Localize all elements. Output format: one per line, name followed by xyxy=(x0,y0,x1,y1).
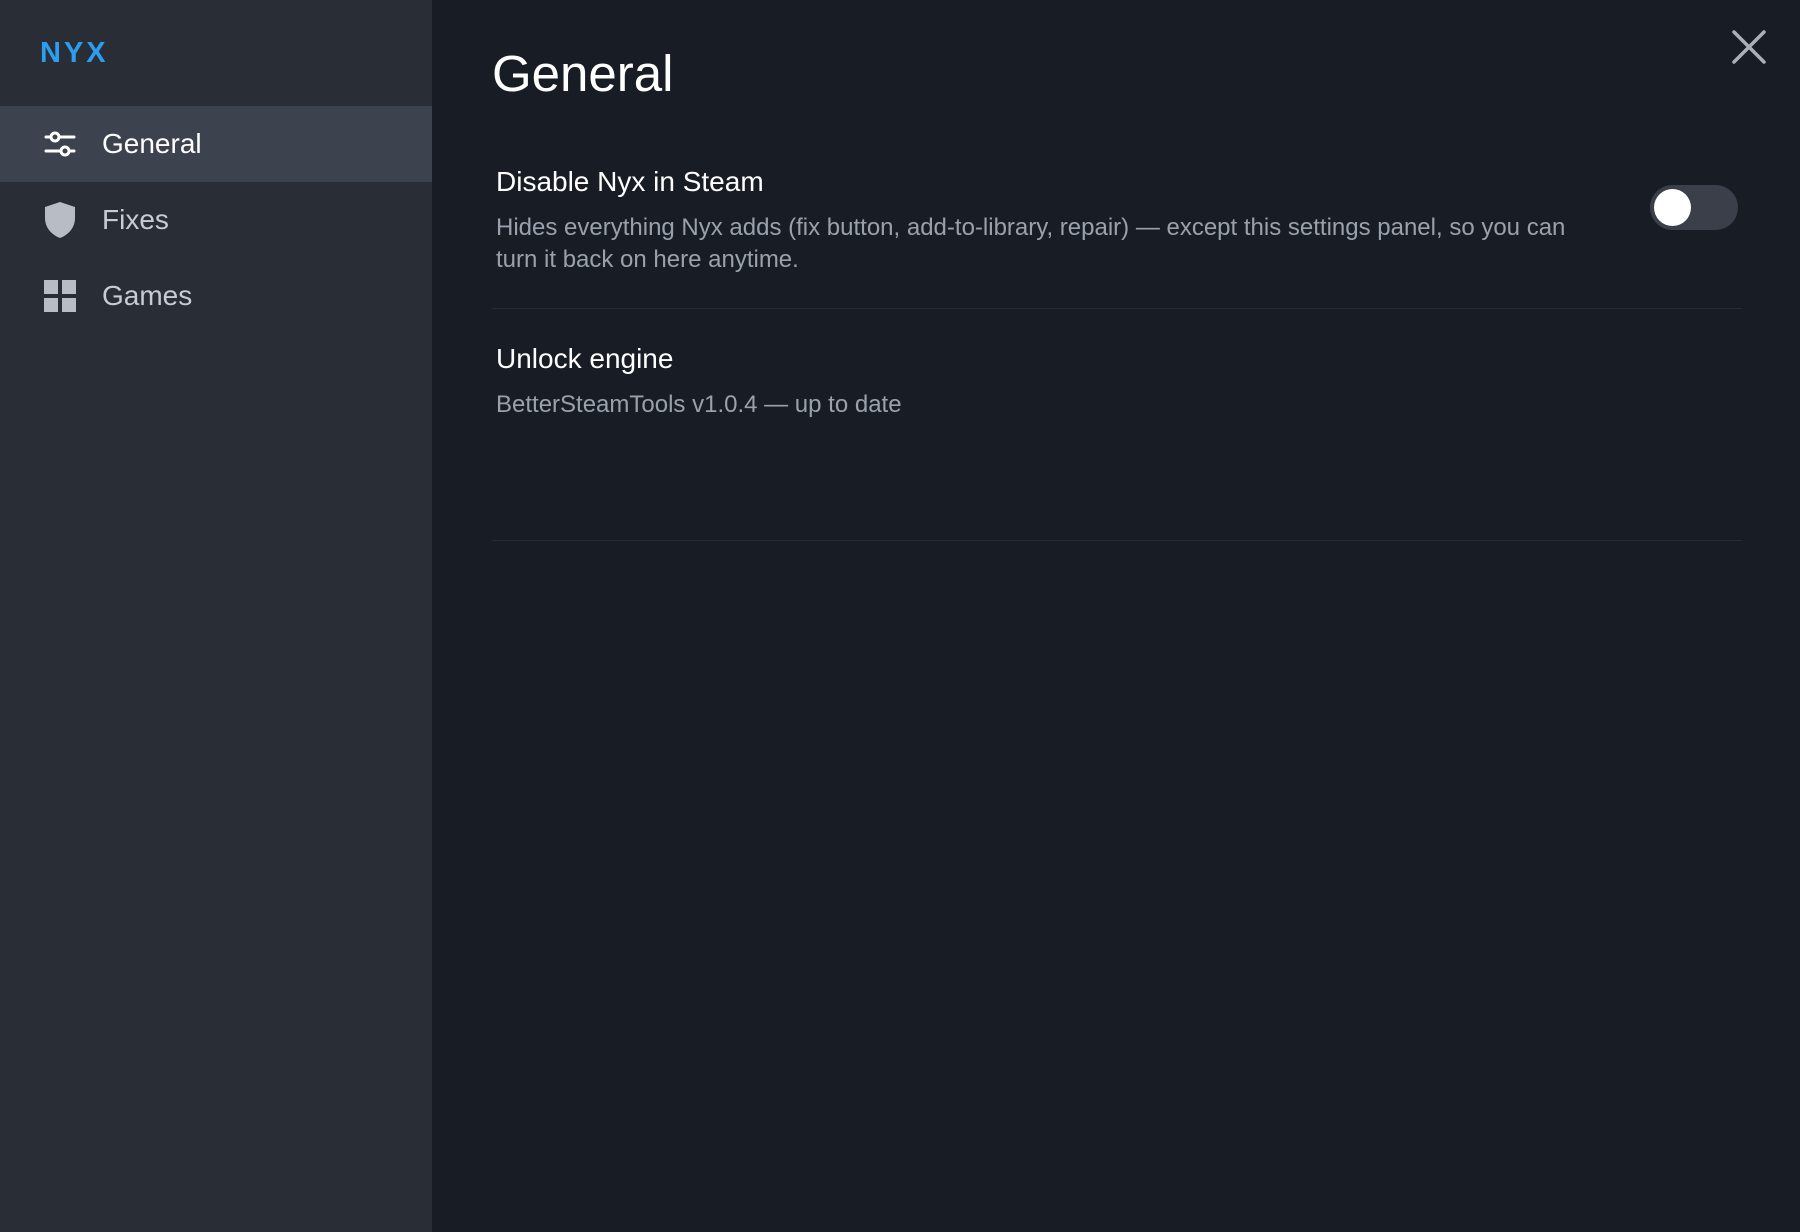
setting-description: Hides everything Nyx adds (fix button, a… xyxy=(496,214,1566,273)
setting-unlock-engine: Unlock engine BetterSteamTools v1.0.4 — … xyxy=(492,309,1742,541)
sidebar-item-general[interactable]: General xyxy=(0,106,432,182)
sidebar: NYX General Fixes Games xyxy=(0,0,432,1232)
setting-description: BetterSteamTools v1.0.4 — up to date xyxy=(496,391,902,418)
sliders-icon xyxy=(43,127,77,161)
toggle-knob xyxy=(1654,189,1691,226)
grid-icon xyxy=(43,279,77,313)
brand-logo: NYX xyxy=(40,36,109,69)
sidebar-item-fixes[interactable]: Fixes xyxy=(0,182,432,258)
settings-window: NYX General Fixes Games General Disable … xyxy=(0,0,1800,1232)
setting-title: Unlock engine xyxy=(496,343,674,374)
close-button[interactable] xyxy=(1728,26,1770,68)
main-panel: General Disable Nyx in Steam Hides every… xyxy=(432,0,1800,1232)
disable-nyx-toggle[interactable] xyxy=(1650,185,1738,230)
sidebar-item-label: Fixes xyxy=(102,204,169,235)
shield-icon xyxy=(43,202,77,238)
setting-title: Disable Nyx in Steam xyxy=(496,166,764,197)
close-icon xyxy=(1732,30,1766,64)
sidebar-item-label: General xyxy=(102,128,202,159)
setting-disable-nyx: Disable Nyx in Steam Hides everything Ny… xyxy=(492,108,1742,309)
page-title: General xyxy=(492,45,674,102)
sidebar-item-label: Games xyxy=(102,280,193,311)
sidebar-item-games[interactable]: Games xyxy=(0,258,432,334)
